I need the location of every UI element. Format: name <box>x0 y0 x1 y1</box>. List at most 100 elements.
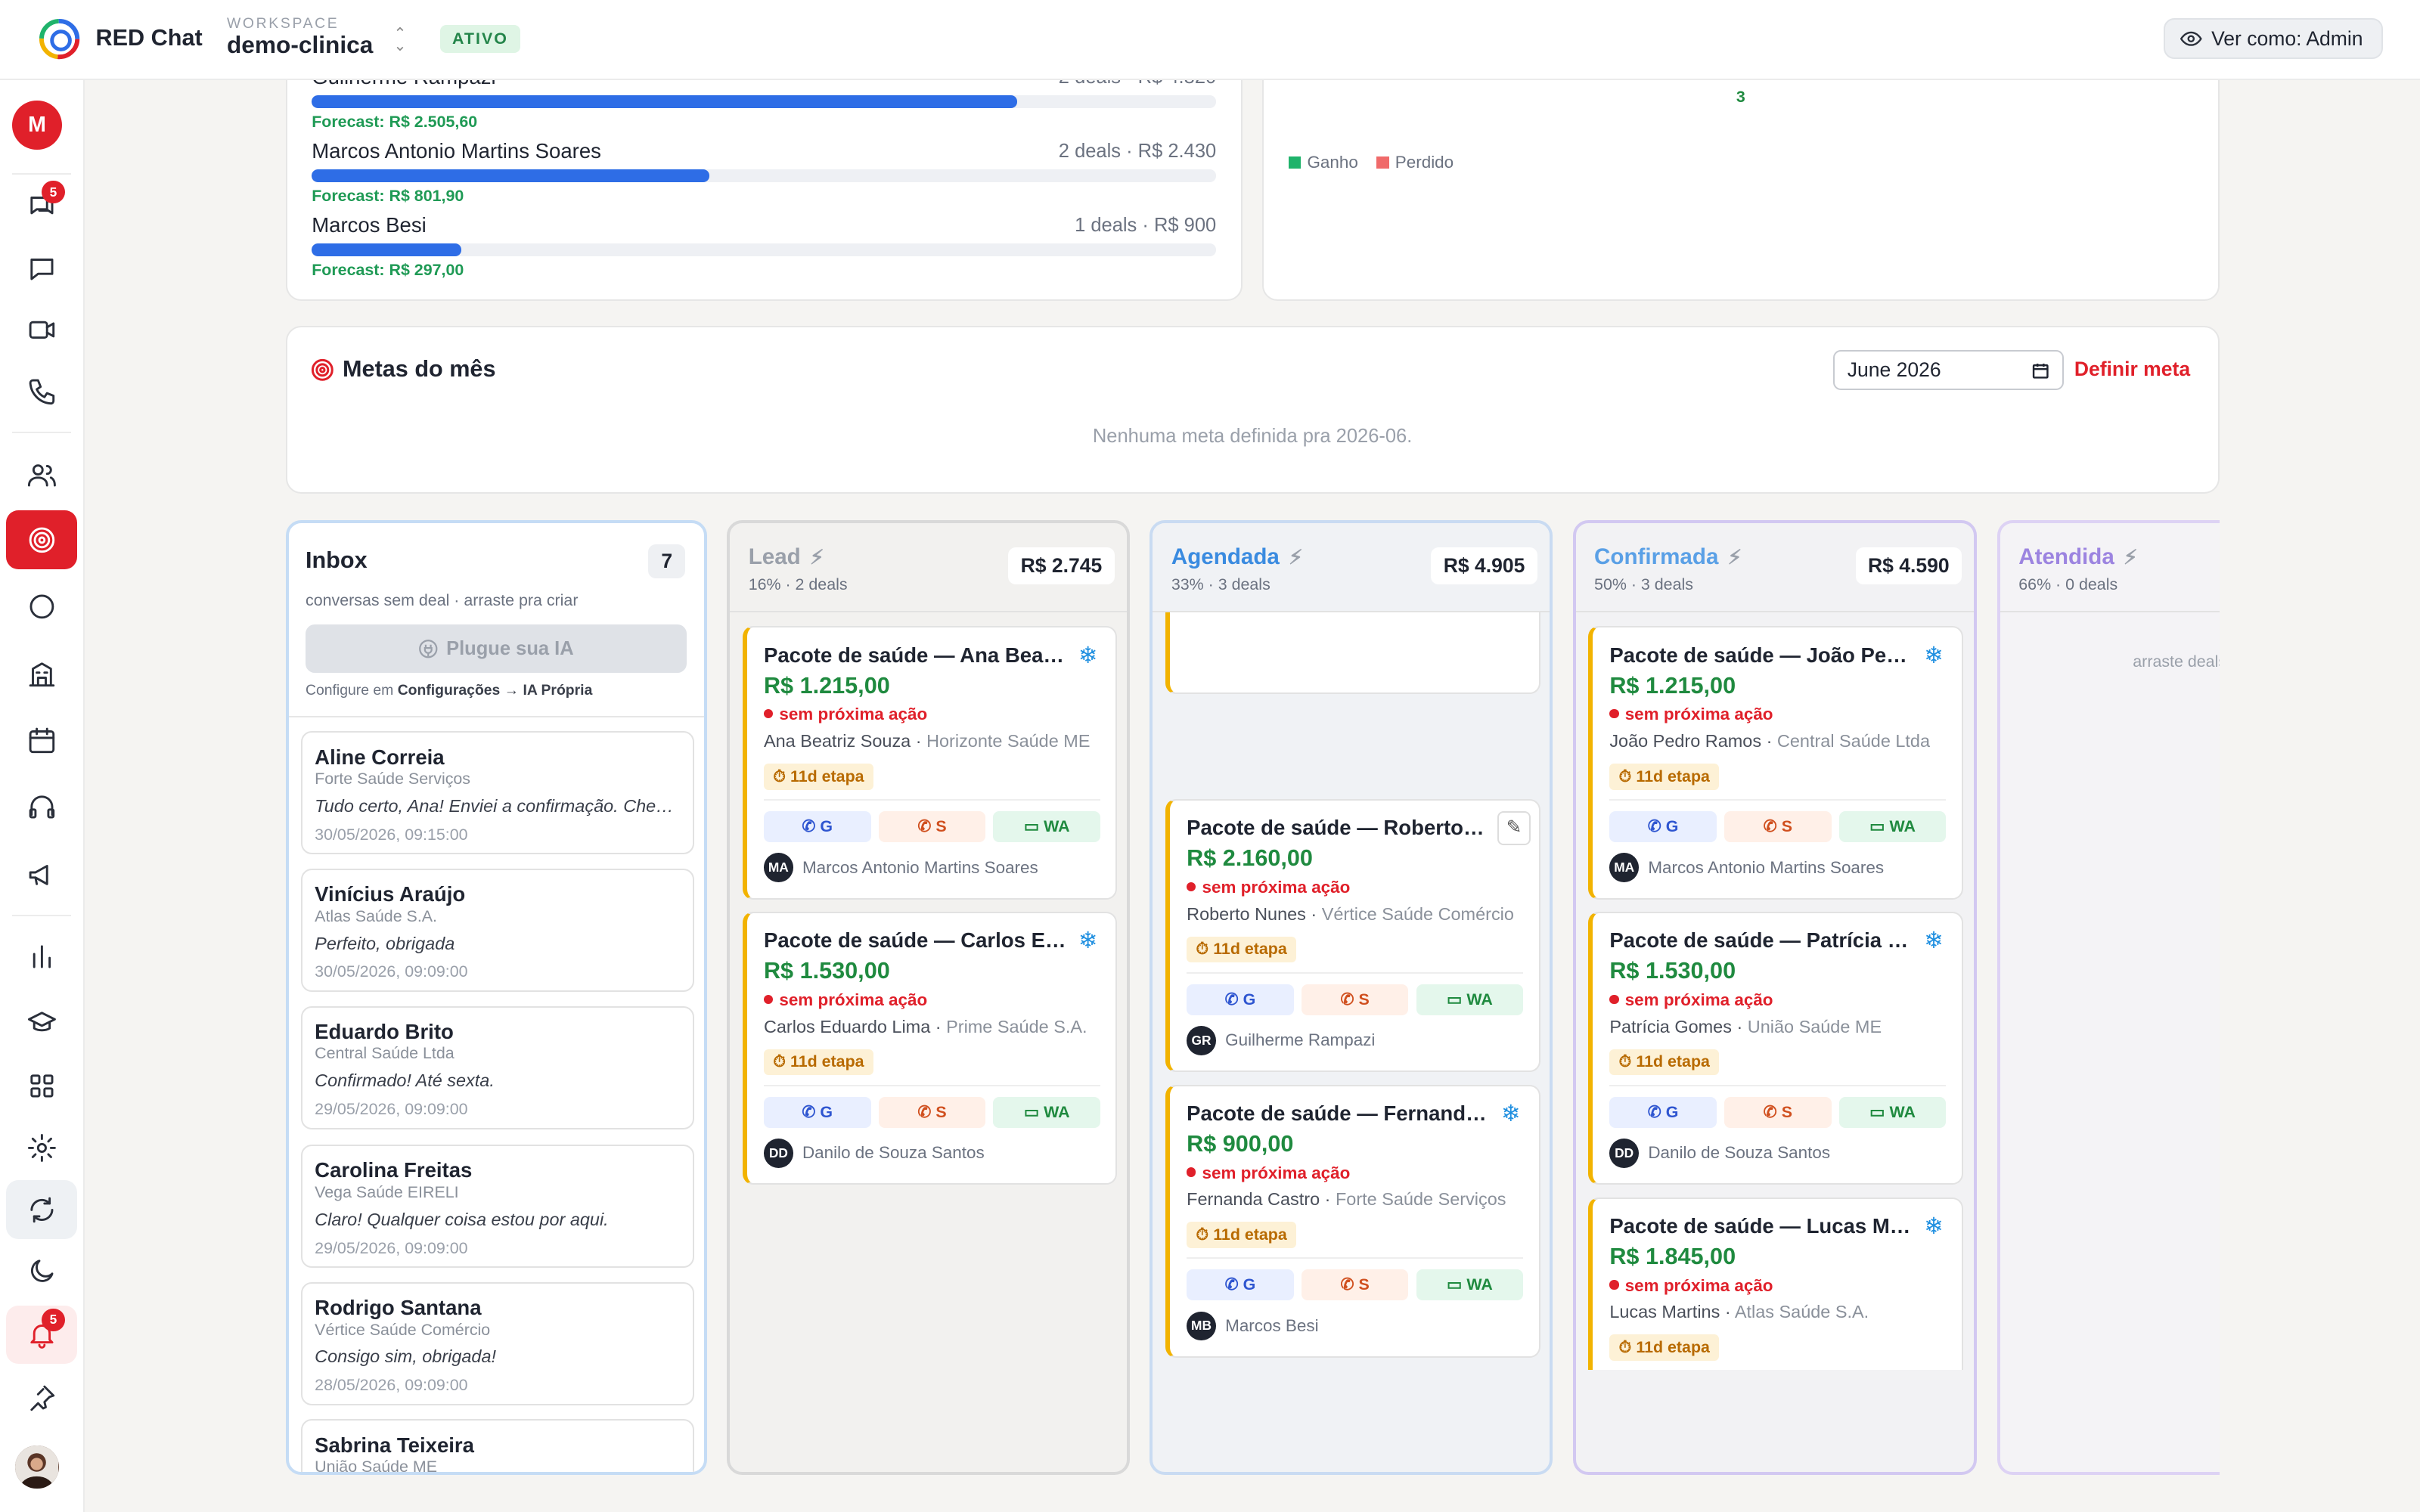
column-subtitle: 16% · 2 deals <box>748 575 848 594</box>
pipeline-column-agendada: Mariana Alves · Nova Saúde EIRELI⏱11d et… <box>1150 519 1553 1475</box>
google-call-label: G <box>1665 817 1679 836</box>
conversation-card[interactable]: Sabrina Teixeira União Saúde ME <box>300 1419 695 1472</box>
whatsapp-button[interactable]: ▭WA <box>1838 1096 1947 1128</box>
theme-toggle[interactable] <box>6 1242 77 1301</box>
contact-company: Horizonte Saúde ME <box>926 731 1091 751</box>
google-call-label: G <box>1243 1275 1256 1294</box>
google-call-button[interactable]: ✆G <box>1609 1096 1717 1128</box>
stage-time-badge: ⏱ 11d etapa <box>763 764 873 790</box>
conversation-card[interactable]: Vinícius Araújo Atlas Saúde S.A. Perfeito,… <box>300 868 695 993</box>
sidebar-item-messages[interactable] <box>6 239 77 298</box>
whatsapp-button[interactable]: ▭WA <box>1416 984 1524 1015</box>
divider <box>1187 971 1524 974</box>
deal-title: Pacote de saúde — Roberto Nunes <box>1187 816 1489 840</box>
skype-call-button[interactable]: ✆S <box>1724 811 1832 843</box>
skype-call-button[interactable]: ✆S <box>1301 1269 1409 1301</box>
no-next-action: sem próxima ação <box>764 990 927 1010</box>
message-date: 30/05/2026, 09:09:00 <box>315 962 468 981</box>
plug-ai-label: Plugue sua IA <box>446 637 574 659</box>
column-subtitle: 33% · 3 deals <box>1171 575 1270 594</box>
deal-title: Pacote de saúde — Carlos Eduardo Lima <box>763 928 1066 953</box>
google-call-button[interactable]: ✆G <box>763 811 871 843</box>
sidebar-item-support[interactable] <box>6 778 77 837</box>
video-icon <box>29 321 54 339</box>
sidebar-item-pipeline[interactable] <box>6 510 78 570</box>
edit-icon[interactable]: ✎ <box>1497 811 1531 846</box>
conversation-card[interactable]: Eduardo Brito Central Saúde Ltda Confirmad… <box>300 1005 695 1129</box>
snowflake-icon: ❄ <box>1924 642 1944 668</box>
sidebar-item-reports[interactable] <box>6 928 77 987</box>
define-goal-button[interactable]: Definir meta <box>2074 358 2190 381</box>
sidebar-item-conversations[interactable]: 5 <box>6 178 77 237</box>
view-as-button[interactable]: Ver como: Admin <box>2163 18 2383 59</box>
month-picker[interactable]: June 2026 <box>1833 350 2064 391</box>
whatsapp-button[interactable]: ▭WA <box>993 1096 1100 1128</box>
bolt-icon[interactable]: ⚡︎ <box>2124 546 2138 569</box>
chevron-updown-icon[interactable]: ⌃ ⌄ <box>393 26 406 54</box>
conversation-card[interactable]: Rodrigo Santana Vértice Saúde Comércio Con… <box>300 1281 695 1406</box>
users-icon <box>27 464 56 487</box>
google-call-button[interactable]: ✆G <box>1609 811 1717 843</box>
sidebar-item-sync[interactable] <box>6 1180 78 1239</box>
deal-card[interactable]: Pacote de saúde — Roberto Nunes ✎ R$ 2.160… <box>1165 799 1540 1073</box>
eye-icon <box>2180 31 2202 46</box>
plug-ai-button[interactable]: Plugue sua IA <box>305 624 687 673</box>
sidebar-item-apps[interactable] <box>6 1057 77 1116</box>
message-date: 28/05/2026, 09:09:00 <box>315 1376 468 1395</box>
goals-title: Metas do mês <box>343 356 496 383</box>
sidebar-item-contacts[interactable] <box>6 446 77 505</box>
sidebar-item-status[interactable] <box>6 577 77 636</box>
phone-icon: ✆ <box>1763 817 1777 836</box>
bolt-icon[interactable]: ⚡︎ <box>810 546 824 569</box>
column-title-text: Lead <box>748 544 801 570</box>
deal-card[interactable]: Pacote de saúde — Lucas Martins ❄ R$ 1.845… <box>1587 1197 1963 1371</box>
workspace-selector[interactable]: demo-clinica <box>227 31 373 59</box>
user-avatar[interactable] <box>15 1445 59 1489</box>
google-call-button[interactable]: ✆G <box>1187 1269 1294 1301</box>
skype-call-button[interactable]: ✆S <box>878 811 986 843</box>
contact-name: Vinícius Araújo <box>315 882 466 906</box>
sidebar-item-companies[interactable] <box>6 645 77 704</box>
bolt-icon[interactable]: ⚡︎ <box>1728 546 1742 569</box>
graduation-cap-icon <box>27 1011 56 1031</box>
deal-value: R$ 900,00 <box>1187 1130 1294 1157</box>
google-call-button[interactable]: ✆G <box>763 1096 871 1128</box>
deal-actions: ✆G ✆S ▭WA <box>763 811 1100 843</box>
sidebar-item-calls[interactable] <box>6 363 77 422</box>
contact-name: Patrícia Gomes <box>1609 1016 1732 1036</box>
whatsapp-button[interactable]: ▭WA <box>1416 1269 1524 1301</box>
deal-card[interactable]: Pacote de saúde — Carlos Eduardo Lima ❄ R$… <box>742 912 1118 1185</box>
pin-sidebar-button[interactable] <box>6 1368 77 1427</box>
deal-contact: João Pedro Ramos · Central Saúde Ltda <box>1609 731 1931 751</box>
skype-call-button[interactable]: ✆S <box>878 1096 986 1128</box>
sidebar-item-video[interactable] <box>6 301 77 360</box>
deal-card[interactable]: Pacote de saúde — Patrícia Gomes ❄ R$ 1.53… <box>1587 912 1963 1185</box>
sidebar-item-academy[interactable] <box>6 993 77 1052</box>
skype-call-button[interactable]: ✆S <box>1724 1096 1832 1128</box>
sidebar-item-calendar[interactable] <box>6 711 77 770</box>
whatsapp-button[interactable]: ▭WA <box>1838 811 1947 843</box>
deal-card[interactable]: Pacote de saúde — João Pedro Ramos ❄ R$ 1.… <box>1587 626 1963 900</box>
deal-card[interactable]: Pacote de saúde — Fernanda Castro ❄ R$ 900… <box>1165 1084 1540 1358</box>
calendar-icon[interactable] <box>2031 361 2049 380</box>
column-subtitle: 50% · 3 deals <box>1594 575 1693 594</box>
google-call-button[interactable]: ✆G <box>1187 984 1294 1015</box>
column-scroll-area[interactable]: Pacote de saúde — João Pedro Ramos ❄ R$ 1.… <box>1576 614 1975 1371</box>
deal-card[interactable]: Pacote de saúde — Ana Beatriz Souza ❄ R$ 1… <box>742 626 1118 900</box>
sidebar-item-notifications[interactable]: 5 <box>6 1305 78 1365</box>
whatsapp-button[interactable]: ▭WA <box>993 811 1100 843</box>
skype-call-button[interactable]: ✆S <box>1301 984 1409 1015</box>
sidebar-item-campaigns[interactable] <box>6 845 77 904</box>
bolt-icon[interactable]: ⚡︎ <box>1289 546 1303 569</box>
conversation-card[interactable]: Carolina Freitas Vega Saúde EIRELI Claro! … <box>300 1145 695 1269</box>
skype-call-label: S <box>1781 1102 1792 1121</box>
sidebar-item-settings[interactable] <box>6 1119 77 1178</box>
deal-value: R$ 1.530,00 <box>763 958 890 984</box>
contact-name: Rodrigo Santana <box>315 1296 482 1320</box>
timer-icon: ⏱ <box>1618 767 1632 785</box>
divider <box>12 432 71 434</box>
workspace-avatar[interactable]: M <box>12 100 62 150</box>
message-icon: ▭ <box>1869 817 1885 836</box>
deal-owner: GR Guilherme Rampazi <box>1187 1025 1375 1055</box>
conversation-card[interactable]: Aline Correia Forte Saúde Serviços Tudo ce… <box>300 731 695 855</box>
